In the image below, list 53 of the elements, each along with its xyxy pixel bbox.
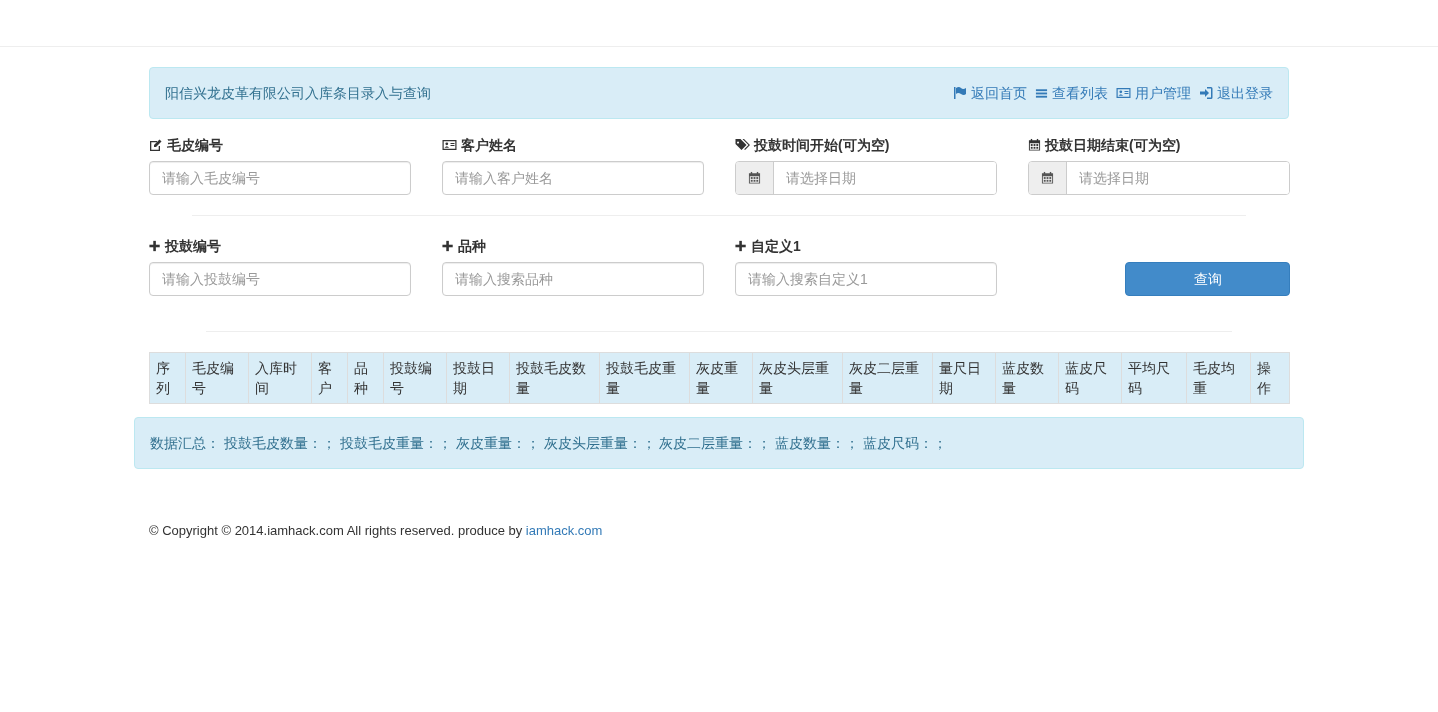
- field-label: 投鼓时间开始(可为空): [754, 136, 890, 155]
- field-label: 投鼓日期结束(可为空): [1045, 136, 1181, 155]
- column-header: 投鼓编号: [383, 352, 447, 404]
- calendar-icon: [748, 171, 761, 185]
- field-label: 客户姓名: [461, 136, 517, 155]
- search-button[interactable]: 查询: [1125, 262, 1290, 296]
- input-field[interactable]: 请输入投鼓编号: [149, 262, 411, 296]
- page-title: 阳信兴龙皮革有限公司入库条目录入与查询: [165, 83, 431, 103]
- column-header: 毛皮编号: [185, 352, 249, 404]
- field-label: 自定义1: [751, 237, 801, 256]
- column-header: 投鼓毛皮数量: [509, 352, 600, 404]
- id-card-icon: [1116, 85, 1132, 100]
- date-field[interactable]: 请选择日期: [735, 161, 997, 195]
- edit-icon: [149, 138, 163, 152]
- column-header: 投鼓毛皮重量: [599, 352, 690, 404]
- column-header: 客户: [311, 352, 348, 404]
- footer-link[interactable]: iamhack.com: [525, 523, 603, 538]
- nav-link[interactable]: 查看列表: [1035, 82, 1109, 104]
- column-header: 投鼓日期: [446, 352, 510, 404]
- tags-icon: [735, 138, 750, 152]
- column-header: 蓝皮数量: [995, 352, 1059, 404]
- nav-link[interactable]: 用户管理: [1116, 82, 1192, 104]
- copyright-text: © Copyright © 2014.iamhack.com All rights reserved. produce by iamhack.com: [149, 522, 604, 540]
- column-header: 灰皮头层重量: [752, 352, 843, 404]
- column-header: 品种: [347, 352, 384, 404]
- calendar-icon: [1041, 171, 1054, 185]
- column-header: 毛皮均重: [1186, 352, 1251, 404]
- calendar-icon: [1028, 138, 1041, 152]
- column-header: 入库时间: [248, 352, 312, 404]
- nav-link[interactable]: 退出登录: [1199, 82, 1273, 104]
- input-field[interactable]: 请输入客户姓名: [442, 161, 704, 195]
- sign-in-icon: [1199, 85, 1214, 100]
- field-label: 毛皮编号: [167, 136, 223, 155]
- flag-icon: [953, 85, 968, 100]
- id-card-icon: [442, 138, 457, 152]
- field-label: 投鼓编号: [165, 237, 221, 256]
- column-header: 灰皮重量: [689, 352, 753, 404]
- input-field[interactable]: 请输入搜索自定义1: [735, 262, 997, 296]
- nav-link[interactable]: 返回首页: [953, 82, 1028, 104]
- plus-icon: [442, 239, 454, 253]
- column-header: 序列: [149, 352, 186, 404]
- column-header: 灰皮二层重量: [842, 352, 933, 404]
- summary-alert: 数据汇总： 投鼓毛皮数量：； 投鼓毛皮重量：； 灰皮重量：； 灰皮头层重量：； 灰皮二层重量：； 蓝皮数量：； 蓝皮尺码：；: [134, 417, 1304, 469]
- column-header: 蓝皮尺码: [1058, 352, 1122, 404]
- column-header: 平均尺码: [1121, 352, 1187, 404]
- plus-icon: [735, 239, 747, 253]
- column-header: 操作: [1250, 352, 1290, 404]
- field-label: 品种: [458, 237, 486, 256]
- column-header: 量尺日期: [932, 352, 996, 404]
- input-field[interactable]: 请输入毛皮编号: [149, 161, 411, 195]
- input-field[interactable]: 请输入搜索品种: [442, 262, 704, 296]
- plus-icon: [149, 239, 161, 253]
- date-field[interactable]: 请选择日期: [1028, 161, 1290, 195]
